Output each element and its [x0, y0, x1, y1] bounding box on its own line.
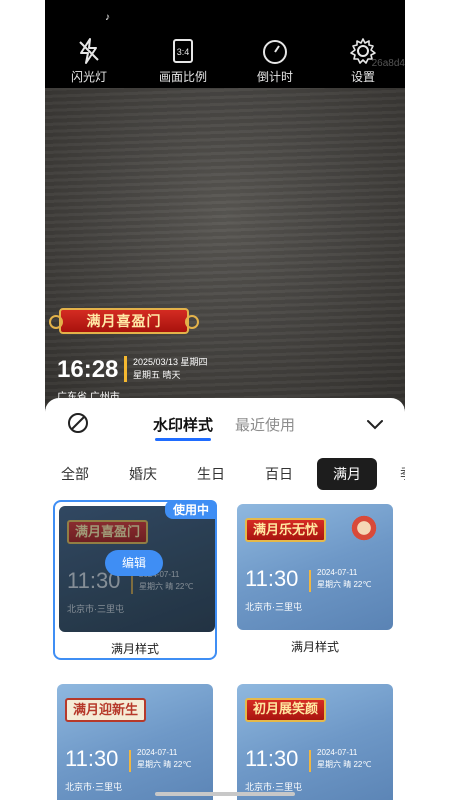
category-hundred-days[interactable]: 百日 — [259, 458, 299, 490]
category-full-month[interactable]: 满月 — [317, 458, 377, 490]
thumb-date-line1: 2024-07-11 — [317, 568, 358, 577]
camera-preview[interactable]: 满月喜盈门 16:28 2025/03/13 星期四 星期五 晴天 广东省 广州… — [45, 88, 405, 408]
card-thumbnail: 初月展笑颜 11:30 2024-07-11 星期六 晴 22℃ 北京市·三里屯 — [237, 684, 393, 800]
home-indicator[interactable] — [155, 792, 295, 796]
edit-button[interactable]: 编辑 — [105, 550, 163, 576]
aspect-ratio-button[interactable]: 3:4 画面比例 — [143, 36, 223, 85]
watermark-card[interactable]: 满月迎新生 11:30 2024-07-11 星期六 晴 22℃ 北京市·三里屯 — [53, 680, 217, 800]
preview-banner: 满月喜盈门 — [49, 308, 199, 334]
preview-time: 16:28 — [57, 356, 119, 383]
thumb-banner-text: 满月迎新生 — [73, 702, 139, 717]
phone-screen: ♪ 闪光灯 3:4 画面比例 倒计时 设置 26a8d4 满月喜盈门 16:28… — [45, 0, 405, 800]
cloud-decoration-icon — [347, 514, 381, 542]
watermark-card[interactable]: 满月乐无忧 11:30 2024-07-11 星期六 晴 22℃ 北京市·三里屯… — [233, 500, 397, 660]
card-title: 满月样式 — [290, 640, 339, 654]
flash-label: 闪光灯 — [70, 70, 107, 84]
tab-recent[interactable]: 最近使用 — [235, 414, 295, 435]
watermark-card[interactable]: 初月展笑颜 11:30 2024-07-11 星期六 晴 22℃ 北京市·三里屯 — [233, 680, 397, 800]
timer-label: 倒计时 — [256, 70, 293, 84]
watermark-id: 26a8d4 — [371, 58, 405, 69]
thumb-date-line1: 2024-07-11 — [317, 748, 358, 757]
preview-date-line1: 2025/03/13 星期四 — [133, 357, 208, 367]
thumb-date: 2024-07-11 星期六 晴 22℃ — [137, 747, 191, 771]
svg-text:3:4: 3:4 — [177, 47, 190, 57]
watermark-card[interactable]: 使用中 满月喜盈门 11:30 2024-07-11 星期六 晴 22℃ 北京市… — [53, 500, 217, 660]
thumb-date-line2: 星期六 晴 22℃ — [137, 760, 192, 769]
thumb-date: 2024-07-11 星期六 晴 22℃ — [317, 567, 371, 591]
timer-button[interactable]: 倒计时 — [235, 36, 315, 85]
flash-off-icon — [79, 38, 99, 64]
thumb-time: 11:30 — [245, 746, 299, 771]
settings-label: 设置 — [350, 70, 375, 84]
thumb-divider — [309, 570, 311, 592]
chevron-down-icon[interactable] — [365, 414, 385, 434]
preview-date: 2025/03/13 星期四 星期五 晴天 — [133, 356, 208, 382]
thumb-location: 北京市·三里屯 — [65, 782, 122, 792]
thumb-divider — [129, 750, 131, 772]
thumb-banner: 满月迎新生 — [65, 698, 147, 722]
thumb-banner: 初月展笑颜 — [245, 698, 327, 722]
thumb-location: 北京市·三里屯 — [67, 604, 124, 614]
tiktok-icon: ♪ — [105, 12, 110, 23]
category-wedding[interactable]: 婚庆 — [121, 458, 165, 490]
card-thumbnail: 满月乐无忧 11:30 2024-07-11 星期六 晴 22℃ 北京市·三里屯 — [237, 504, 393, 630]
category-birthday[interactable]: 生日 — [191, 458, 231, 490]
thumb-date-line1: 2024-07-11 — [137, 748, 178, 757]
category-all[interactable]: 全部 — [55, 458, 95, 490]
thumb-banner: 满月喜盈门 — [67, 520, 149, 544]
aspect-ratio-label: 画面比例 — [158, 70, 207, 84]
aspect-ratio-icon: 3:4 — [173, 39, 193, 63]
tab-watermark-style[interactable]: 水印样式 — [153, 414, 213, 441]
thumb-banner: 满月乐无忧 — [245, 518, 327, 542]
thumb-date-line2: 星期六 晴 22℃ — [139, 582, 194, 591]
watermark-sheet: 水印样式 最近使用 全部 婚庆 生日 百日 满月 季 使用中 满月喜盈门 11:… — [45, 398, 405, 800]
preview-divider — [124, 356, 127, 382]
in-use-badge: 使用中 — [164, 500, 217, 519]
category-more[interactable]: 季 — [397, 458, 405, 490]
card-title: 满月样式 — [110, 642, 159, 656]
thumb-date-line2: 星期六 晴 22℃ — [317, 760, 372, 769]
thumb-time: 11:30 — [245, 566, 299, 591]
thumb-divider — [309, 750, 311, 772]
thumb-date-line2: 星期六 晴 22℃ — [317, 580, 372, 589]
no-watermark-icon[interactable] — [67, 412, 89, 434]
thumb-date: 2024-07-11 星期六 晴 22℃ — [317, 747, 371, 771]
flash-button[interactable]: 闪光灯 — [49, 36, 129, 85]
preview-date-line2: 星期五 晴天 — [133, 370, 181, 380]
timer-icon — [263, 40, 287, 64]
card-thumbnail: 满月迎新生 11:30 2024-07-11 星期六 晴 22℃ 北京市·三里屯 — [57, 684, 213, 800]
thumb-location: 北京市·三里屯 — [245, 602, 302, 612]
camera-toolbar: ♪ 闪光灯 3:4 画面比例 倒计时 设置 26a8d4 — [45, 0, 405, 88]
thumb-time: 11:30 — [65, 746, 119, 771]
